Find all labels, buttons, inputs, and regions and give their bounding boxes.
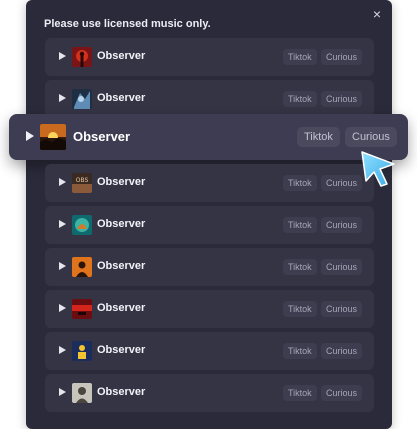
track-title: Observer: [97, 50, 146, 62]
tag-platform[interactable]: Tiktok: [283, 175, 317, 191]
track-row[interactable]: Observer Tiktok Curious: [45, 332, 374, 370]
tag-platform[interactable]: Tiktok: [283, 301, 317, 317]
tag-platform[interactable]: Tiktok: [283, 49, 317, 65]
album-art: OBS: [72, 173, 92, 193]
play-icon[interactable]: [59, 304, 66, 312]
tag-mood[interactable]: Curious: [321, 49, 363, 65]
tag-mood[interactable]: Curious: [321, 91, 363, 107]
album-art: [72, 89, 92, 109]
tag-platform[interactable]: Tiktok: [283, 385, 317, 401]
album-art: [40, 124, 66, 150]
play-icon[interactable]: [59, 52, 66, 60]
track-title: Observer: [97, 302, 146, 314]
play-icon[interactable]: [59, 388, 66, 396]
tag-mood[interactable]: Curious: [321, 301, 363, 317]
tag-platform[interactable]: Tiktok: [297, 127, 340, 147]
album-art: [72, 215, 92, 235]
tag-mood[interactable]: Curious: [321, 259, 363, 275]
album-art: [72, 341, 92, 361]
track-row[interactable]: Observer Tiktok Curious: [45, 248, 374, 286]
track-title: Observer: [97, 176, 146, 188]
tag-platform[interactable]: Tiktok: [283, 91, 317, 107]
license-notice: Please use licensed music only.: [44, 18, 211, 30]
track-row[interactable]: Observer Tiktok Curious: [45, 374, 374, 412]
album-art: [72, 383, 92, 403]
play-icon[interactable]: [59, 178, 66, 186]
track-title: Observer: [97, 260, 146, 272]
track-row[interactable]: Observer Tiktok Curious: [45, 38, 374, 76]
track-row-highlighted[interactable]: Observer Tiktok Curious: [9, 114, 408, 160]
mouse-pointer-icon: [361, 151, 395, 187]
music-picker: × Please use licensed music only. Observ…: [0, 0, 417, 429]
tag-mood[interactable]: Curious: [345, 127, 397, 147]
play-icon[interactable]: [59, 346, 66, 354]
album-art: [72, 47, 92, 67]
tag-mood[interactable]: Curious: [321, 343, 363, 359]
tag-mood[interactable]: Curious: [321, 217, 363, 233]
track-title: Observer: [73, 129, 131, 144]
track-title: Observer: [97, 218, 146, 230]
play-icon[interactable]: [59, 94, 66, 102]
track-title: Observer: [97, 386, 146, 398]
track-title: Observer: [97, 92, 146, 104]
tag-platform[interactable]: Tiktok: [283, 217, 317, 233]
track-row[interactable]: OBS Observer Tiktok Curious: [45, 164, 374, 202]
track-row[interactable]: Observer Tiktok Curious: [45, 80, 374, 118]
play-icon[interactable]: [26, 131, 34, 141]
tag-mood[interactable]: Curious: [321, 385, 363, 401]
album-art: [72, 257, 92, 277]
close-icon[interactable]: ×: [368, 5, 386, 23]
track-title: Observer: [97, 344, 146, 356]
play-icon[interactable]: [59, 262, 66, 270]
play-icon[interactable]: [59, 220, 66, 228]
tag-platform[interactable]: Tiktok: [283, 343, 317, 359]
album-art: [72, 299, 92, 319]
track-row[interactable]: Observer Tiktok Curious: [45, 206, 374, 244]
svg-text:OBS: OBS: [76, 177, 89, 184]
tag-platform[interactable]: Tiktok: [283, 259, 317, 275]
track-row[interactable]: Observer Tiktok Curious: [45, 290, 374, 328]
